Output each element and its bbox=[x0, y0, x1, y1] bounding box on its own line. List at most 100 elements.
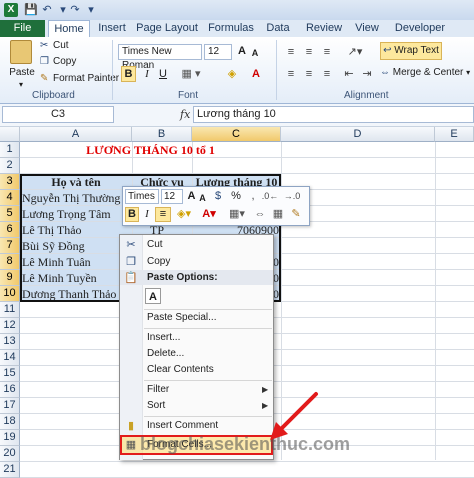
mini-accounting-icon[interactable]: $ bbox=[210, 188, 226, 204]
font-name-select[interactable]: Times New Roman bbox=[118, 44, 202, 71]
save-icon[interactable]: 💾 bbox=[24, 3, 38, 17]
align-bottom-icon[interactable]: ≡ bbox=[318, 44, 336, 60]
row-header[interactable]: 19 bbox=[0, 430, 20, 446]
row-header[interactable]: 18 bbox=[0, 414, 20, 430]
row-header[interactable]: 1 bbox=[0, 142, 20, 158]
mini-size-select[interactable]: 12 bbox=[161, 189, 183, 204]
customize-qat-icon[interactable]: ▾ bbox=[84, 3, 98, 17]
font-size-select[interactable]: 12 bbox=[204, 44, 232, 60]
wrap-text-button[interactable]: ↩ Wrap Text bbox=[380, 42, 442, 60]
grow-font-button[interactable]: A bbox=[236, 43, 248, 59]
menu-item-filter[interactable]: Filter bbox=[147, 383, 169, 397]
row-header[interactable]: 12 bbox=[0, 318, 20, 334]
row-header[interactable]: 5 bbox=[0, 206, 20, 222]
align-center-icon[interactable]: ≡ bbox=[300, 66, 318, 82]
tab-view[interactable]: View bbox=[352, 20, 382, 37]
column-header-e[interactable]: E bbox=[435, 127, 474, 142]
align-top-icon[interactable]: ≡ bbox=[282, 44, 300, 60]
merge-center-button[interactable]: ⇔ Merge & Center ▾ bbox=[380, 64, 474, 82]
row-header[interactable]: 3 bbox=[0, 174, 20, 190]
mini-center-icon[interactable]: ≡ bbox=[155, 207, 171, 222]
row-header[interactable]: 6 bbox=[0, 222, 20, 238]
formula-input[interactable]: Lương tháng 10 bbox=[193, 106, 474, 123]
name-box[interactable]: C3 bbox=[2, 106, 114, 123]
menu-item-insert[interactable]: Insert... bbox=[147, 331, 180, 345]
column-header-a[interactable]: A bbox=[20, 127, 132, 142]
orientation-icon[interactable]: ↗▾ bbox=[340, 44, 370, 60]
align-left-icon[interactable]: ≡ bbox=[282, 66, 300, 82]
row-header[interactable]: 17 bbox=[0, 398, 20, 414]
row-header[interactable]: 4 bbox=[0, 190, 20, 206]
menu-separator bbox=[144, 309, 272, 310]
menu-item-copy[interactable]: Copy bbox=[147, 255, 170, 269]
row-header[interactable]: 14 bbox=[0, 350, 20, 366]
paste-dropdown-icon[interactable]: ▾ bbox=[14, 79, 28, 91]
mini-shrink-font-button[interactable]: A bbox=[198, 190, 207, 206]
bold-button[interactable]: B bbox=[121, 66, 136, 82]
mini-percent-button[interactable]: % bbox=[228, 188, 244, 204]
menu-item-paste-special[interactable]: Paste Special... bbox=[147, 311, 216, 325]
excel-icon[interactable]: X bbox=[4, 3, 18, 17]
tab-developer[interactable]: Developer bbox=[394, 20, 446, 37]
shrink-font-button[interactable]: A bbox=[250, 45, 260, 61]
mini-format-icon[interactable]: ▦ bbox=[270, 206, 286, 222]
row-header[interactable]: 13 bbox=[0, 334, 20, 350]
mini-merge-icon[interactable]: ⇔ bbox=[252, 206, 268, 222]
redo-icon[interactable]: ↷ bbox=[68, 3, 82, 17]
row-header[interactable]: 11 bbox=[0, 302, 20, 318]
tab-data[interactable]: Data bbox=[262, 20, 294, 37]
mini-borders-icon[interactable]: ▦▾ bbox=[226, 206, 248, 222]
mini-fill-color-icon[interactable]: ◈▾ bbox=[173, 206, 195, 222]
paste-button[interactable]: Paste bbox=[8, 67, 36, 79]
mini-format-painter-icon[interactable]: ✎ bbox=[288, 206, 304, 222]
mini-increase-decimal-icon[interactable]: .0← bbox=[260, 188, 280, 204]
tab-insert[interactable]: Insert bbox=[94, 20, 130, 37]
column-header-c[interactable]: C bbox=[192, 127, 281, 142]
align-right-icon[interactable]: ≡ bbox=[318, 66, 336, 82]
tab-formulas[interactable]: Formulas bbox=[208, 20, 254, 37]
align-middle-icon[interactable]: ≡ bbox=[300, 44, 318, 60]
column-header-b[interactable]: B bbox=[132, 127, 192, 142]
menu-item-insert-comment[interactable]: Insert Comment bbox=[147, 419, 218, 433]
tab-home[interactable]: Home bbox=[48, 20, 90, 38]
column-header-d[interactable]: D bbox=[281, 127, 435, 142]
row-header[interactable]: 21 bbox=[0, 462, 20, 478]
row-header[interactable]: 16 bbox=[0, 382, 20, 398]
underline-button[interactable]: U bbox=[156, 66, 170, 82]
tab-file[interactable]: File bbox=[0, 20, 45, 37]
row-header[interactable]: 2 bbox=[0, 158, 20, 174]
copy-button[interactable]: Copy bbox=[53, 56, 76, 68]
menu-item-cut[interactable]: Cut bbox=[147, 238, 163, 252]
fill-color-icon[interactable]: ◈ bbox=[222, 66, 242, 82]
increase-indent-icon[interactable]: ⇥ bbox=[358, 66, 376, 82]
font-color-icon[interactable]: A bbox=[248, 66, 264, 82]
cut-button[interactable]: Cut bbox=[53, 40, 69, 52]
clipboard-icon[interactable] bbox=[10, 40, 32, 64]
decrease-indent-icon[interactable]: ⇤ bbox=[340, 66, 358, 82]
row-header[interactable]: 15 bbox=[0, 366, 20, 382]
mini-font-color-icon[interactable]: A▾ bbox=[198, 206, 220, 222]
mini-bold-button[interactable]: B bbox=[125, 207, 139, 222]
paste-values-button[interactable]: A bbox=[145, 288, 161, 304]
mini-font-select[interactable]: Times Ne bbox=[125, 189, 159, 204]
menu-item-clear-contents[interactable]: Clear Contents bbox=[147, 363, 214, 377]
menu-item-delete[interactable]: Delete... bbox=[147, 347, 184, 361]
sheet-title[interactable]: LƯƠNG THÁNG 10 tổ 1 bbox=[20, 142, 281, 158]
row-header[interactable]: 9 bbox=[0, 270, 20, 286]
row-header[interactable]: 10 bbox=[0, 286, 20, 302]
undo-icon[interactable]: ↶ bbox=[40, 3, 54, 17]
mini-comma-icon[interactable]: , bbox=[246, 188, 260, 204]
row-header[interactable]: 7 bbox=[0, 238, 20, 254]
mini-decrease-decimal-icon[interactable]: →.0 bbox=[282, 188, 302, 204]
select-all-corner[interactable] bbox=[0, 127, 20, 142]
fx-icon[interactable]: fx bbox=[180, 106, 192, 123]
format-painter-button[interactable]: Format Painter bbox=[53, 73, 119, 85]
tab-page-layout[interactable]: Page Layout bbox=[136, 20, 198, 37]
row-header[interactable]: 8 bbox=[0, 254, 20, 270]
mini-grow-font-button[interactable]: A bbox=[186, 188, 197, 204]
mini-italic-button[interactable]: I bbox=[141, 206, 153, 222]
borders-icon[interactable]: ▦ ▾ bbox=[176, 66, 206, 82]
italic-button[interactable]: I bbox=[140, 66, 154, 82]
menu-item-sort[interactable]: Sort bbox=[147, 399, 165, 413]
tab-review[interactable]: Review bbox=[304, 20, 344, 37]
